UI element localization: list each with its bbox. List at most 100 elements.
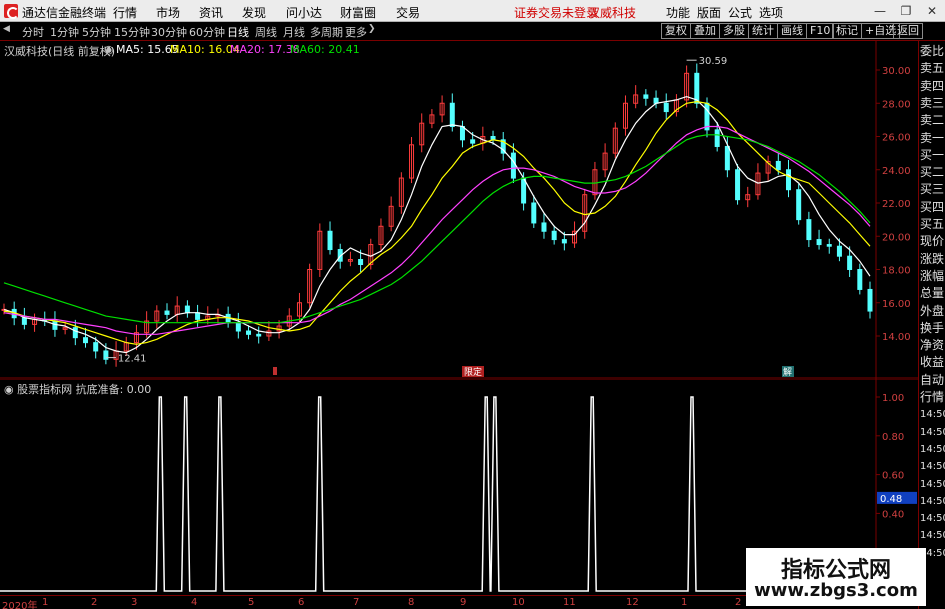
sidebar-item[interactable]: 买三 [920,181,945,198]
login-warning[interactable]: 证券交易未登录 [514,4,598,21]
menu-function[interactable]: 功能 [666,4,690,21]
btn-stats[interactable]: 统计 [748,23,778,39]
indicator-line [0,396,876,592]
sidebar-item[interactable]: 卖一 [920,130,945,147]
menu-bar: 通达信金融终端 行情 市场 资讯 发现 问小达 财富圈 交易 证券交易未登录 汉… [0,0,945,22]
candle-body [72,327,78,339]
sidebar-item[interactable]: 买四 [920,199,945,216]
price-chart[interactable]: 14.00 16.00 18.00 20.00 22.00 24.00 26.00 28.00… [0,41,918,379]
candle-body [551,230,557,241]
menu-options[interactable]: 选项 [759,4,783,21]
period-5min[interactable]: 5分钟 [82,24,111,40]
sidebar-item[interactable]: 涨幅 [920,268,945,285]
sidebar-item[interactable]: 14:50 [920,527,945,544]
candle-body [796,189,802,221]
date-tick-label: 2 [91,597,98,608]
menu-layout[interactable]: 版面 [697,4,721,21]
sidebar-item[interactable]: 14:50 [920,406,945,423]
candle-body [195,312,201,320]
legend-settings-icon[interactable]: ◉ [104,43,114,56]
period-15min[interactable]: 15分钟 [114,24,150,40]
btn-overlay[interactable]: 叠加 [690,23,720,39]
close-icon[interactable]: ✕ [924,3,940,19]
sidebar-item[interactable]: 净资 [920,337,945,354]
candle-body [857,269,863,290]
current-stock-name: 汉威科技 [588,6,637,20]
indicator-legend: ◉ 股票指标网 抗底准备: 0.00 [4,381,151,397]
period-1min[interactable]: 1分钟 [50,24,79,40]
period-60min[interactable]: 60分钟 [189,24,225,40]
date-tick-label: 5 [248,597,255,608]
menu-discover[interactable]: 发现 [242,4,266,21]
sidebar-item[interactable]: 买二 [920,164,945,181]
sidebar-item[interactable]: 委比 [920,43,945,60]
candle-body [785,169,791,191]
candle-body [449,102,455,128]
sidebar-item[interactable]: 收益 [920,354,945,371]
btn-draw[interactable]: 画线 [777,23,807,39]
price-tick-label: 18.00 [882,266,911,277]
period-more[interactable]: 更多 [345,24,367,40]
btn-adjust[interactable]: 复权 [661,23,691,39]
sidebar-item[interactable]: 14:50 [920,476,945,493]
ma20-line [3,125,871,335]
indicator-tick-label: 1.00 [882,393,904,404]
candle-body [83,337,89,344]
btn-back[interactable]: 返回 [893,23,923,39]
menu-formula[interactable]: 公式 [728,4,752,21]
menu-quotes[interactable]: 行情 [113,4,137,21]
price-tick-label: 22.00 [882,199,911,210]
quote-sidebar: 委比 卖五 卖四 卖三 卖二 卖一 买一 买二 买三 买四 买五 现价 涨跌 涨幅 总量 外盘 换手 净资 收益 自动… [918,41,945,609]
sidebar-item[interactable]: 卖五 [920,60,945,77]
period-monthly[interactable]: 月线 [283,24,305,40]
menu-fortune-circle[interactable]: 财富圈 [340,4,376,21]
menu-trade[interactable]: 交易 [396,4,420,21]
toolbar-left-arrow-icon[interactable]: ◀ [3,24,10,34]
sidebar-item[interactable]: 卖三 [920,95,945,112]
candle-body [826,244,832,247]
period-daily[interactable]: 日线 [227,24,249,40]
btn-multi-stock[interactable]: 多股 [719,23,749,39]
period-intraday[interactable]: 分时 [22,24,44,40]
candle-body [470,139,476,144]
candle-body [93,342,99,352]
sidebar-item[interactable]: 买五 [920,216,945,233]
btn-f10[interactable]: F10 [806,23,835,39]
menu-news[interactable]: 资讯 [199,4,223,21]
sidebar-item[interactable]: 14:50 [920,424,945,441]
sidebar-item[interactable]: 14:50 [920,510,945,527]
sidebar-item[interactable]: 涨跌 [920,251,945,268]
event-marker [273,367,277,375]
minimize-icon[interactable]: — [872,3,888,19]
sidebar-item[interactable]: 卖四 [920,78,945,95]
sidebar-item[interactable]: 总量 [920,285,945,302]
sidebar-item[interactable]: 14:50 [920,493,945,510]
menu-market[interactable]: 市场 [156,4,180,21]
candle-body [541,222,547,232]
sidebar-item[interactable]: 14:50 [920,441,945,458]
period-weekly[interactable]: 周线 [255,24,277,40]
sidebar-item[interactable]: 现价 [920,233,945,250]
watermark: 指标公式网 www.zbgs3.com [746,548,926,606]
period-toolbar: ◀ 分时 1分钟 5分钟 15分钟 30分钟 60分钟 日线 周线 月线 多周期… [0,22,945,41]
unlock-marker-label: 解 [783,366,792,378]
btn-mark[interactable]: 标记 [832,23,862,39]
candle-body [256,333,262,337]
candle-body [847,255,853,270]
sidebar-item[interactable]: 外盘 [920,303,945,320]
menu-ask[interactable]: 问小达 [286,4,322,21]
indicator-settings-icon[interactable]: ◉ [4,383,14,396]
more-chevron-icon[interactable]: ❯ [368,24,376,34]
sidebar-item[interactable]: 行情 [920,389,945,406]
period-multi[interactable]: 多周期 [310,24,343,40]
sidebar-item[interactable]: 换手 [920,320,945,337]
sidebar-item[interactable]: 卖二 [920,112,945,129]
sidebar-item[interactable]: 自动 [920,372,945,389]
candle-body [510,152,516,179]
date-tick-label: 2 [735,597,742,608]
restore-icon[interactable]: ❐ [898,3,914,19]
sidebar-item[interactable]: 14:50 [920,458,945,475]
period-30min[interactable]: 30分钟 [151,24,187,40]
sidebar-item[interactable]: 买一 [920,147,945,164]
candle-body [724,145,730,171]
